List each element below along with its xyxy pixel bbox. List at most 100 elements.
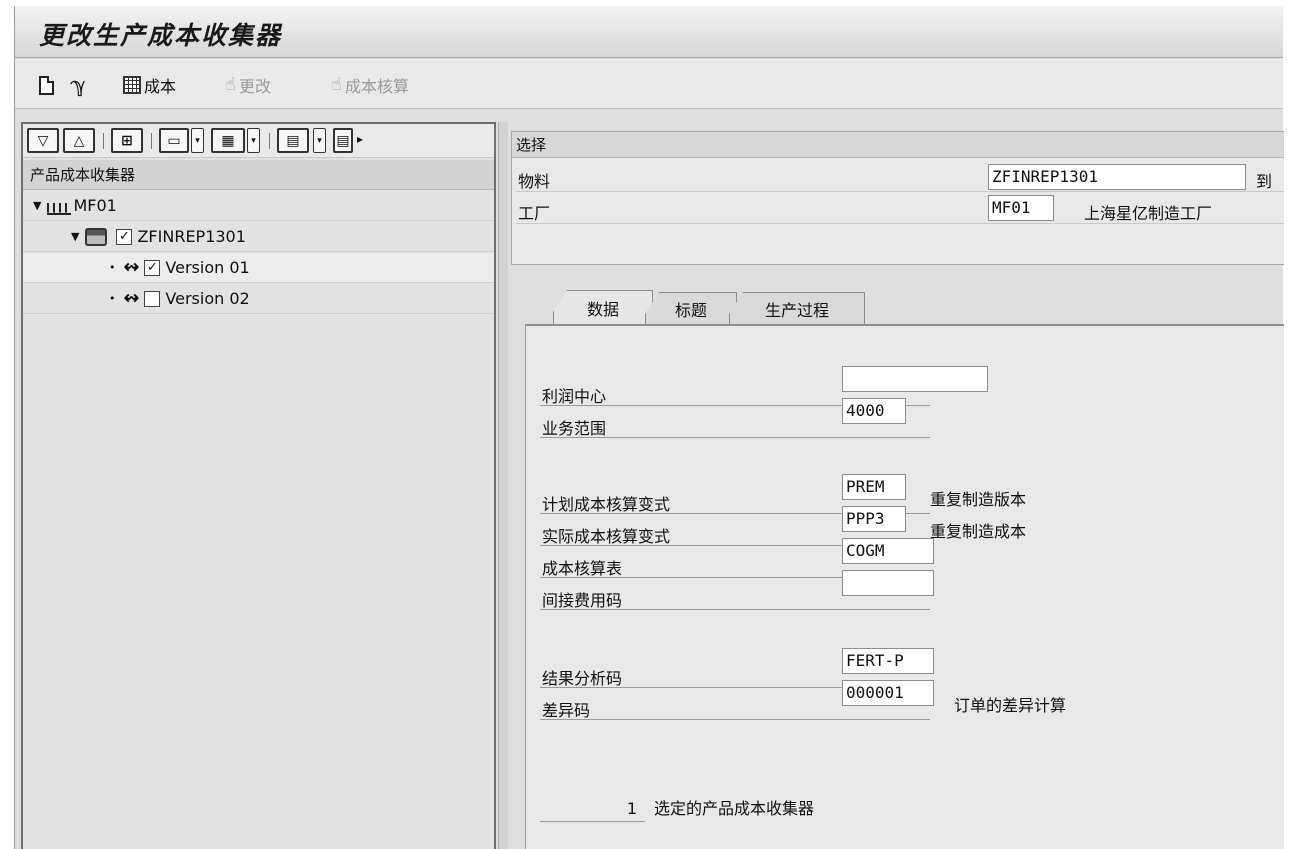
- overhead-key-row: 间接费用码: [540, 570, 934, 610]
- version-icon: ↭: [123, 256, 140, 278]
- cost-button-label: 成本: [144, 77, 177, 96]
- export-dropdown[interactable]: ▾: [313, 128, 326, 153]
- ra-key-field[interactable]: FERT-P: [842, 648, 934, 674]
- tab-header-label: 标题: [674, 300, 707, 320]
- tree-node-version-01[interactable]: • ↭ ✓ Version 01: [23, 253, 494, 283]
- business-area-label: 业务范围: [542, 419, 607, 438]
- grid-dropdown[interactable]: ▾: [247, 128, 260, 153]
- tree-node-plant[interactable]: ▼ MF01: [23, 191, 494, 221]
- plant-description: 上海星亿制造工厂: [1084, 204, 1213, 223]
- cost-button[interactable]: 成本: [123, 73, 176, 97]
- overhead-key-field[interactable]: [842, 570, 934, 596]
- change-button[interactable]: ☝ 更改: [225, 73, 271, 97]
- to-label: 到: [1256, 172, 1273, 191]
- variance-key-description: 订单的差异计算: [954, 696, 1067, 715]
- grid-button[interactable]: ▦: [211, 128, 245, 153]
- ra-key-label: 结果分析码: [542, 669, 623, 688]
- scroll-right-icon[interactable]: ▸: [357, 132, 363, 146]
- business-area-field[interactable]: 4000: [842, 398, 906, 424]
- actual-variant-label: 实际成本核算变式: [542, 527, 671, 546]
- costing-sheet-field[interactable]: COGM: [842, 538, 934, 564]
- toolbar-separator: [269, 133, 270, 149]
- variance-key-label: 差异码: [542, 701, 591, 720]
- version-02-label: Version 02: [165, 289, 250, 308]
- find-button[interactable]: ⊞: [111, 128, 143, 153]
- selection-group: 选择 物料 ZFINREP1301 到 工厂 MF01 上海星亿制造工厂: [511, 131, 1284, 265]
- plant-field[interactable]: MF01: [988, 195, 1054, 221]
- selected-count-text: 选定的产品成本收集器: [654, 799, 815, 818]
- material-field[interactable]: ZFINREP1301: [988, 164, 1246, 190]
- tree-bullet: •: [109, 292, 116, 305]
- tree-column-header: 产品成本收集器: [23, 160, 494, 190]
- window-title: 更改生产成本收集器: [39, 21, 283, 50]
- tab-production-process[interactable]: 生产过程: [729, 292, 865, 324]
- export-icon: ▤: [286, 132, 300, 149]
- tree-node-collector[interactable]: ▼ ✓ ZFINREP1301: [23, 222, 494, 252]
- collector-tree-panel: ▽ △ ⊞ ▭ ▾ ▦ ▾ ▤ ▾ ▤ ▸ 产品成本收集器 ▼ MF01 ▼ ✓…: [21, 122, 496, 849]
- expand-icon: ▽: [37, 132, 49, 149]
- toolbar-separator: [103, 133, 104, 149]
- expand-all-button[interactable]: ▽: [27, 128, 59, 153]
- tab-data-label: 数据: [586, 299, 619, 319]
- tab-production-process-label: 生产过程: [764, 300, 829, 320]
- printer-icon: ▭: [167, 132, 181, 149]
- toolbar-separator: [151, 133, 152, 149]
- expand-triangle-icon[interactable]: ▼: [71, 230, 79, 243]
- planned-variant-description: 重复制造版本: [930, 490, 1027, 509]
- version-icon: ↭: [123, 287, 140, 309]
- display-change-button[interactable]: ℽ: [71, 73, 86, 97]
- tab-data[interactable]: 数据: [553, 290, 653, 324]
- title-bar: 更改生产成本收集器: [15, 6, 1283, 58]
- collector-label: ZFINREP1301: [137, 227, 246, 246]
- new-button[interactable]: [39, 73, 54, 97]
- tabstrip: 数据 标题 生产过程: [525, 284, 1284, 324]
- variance-key-row: 差异码 000001: [540, 680, 934, 720]
- tree-toolbar: ▽ △ ⊞ ▭ ▾ ▦ ▾ ▤ ▾ ▤ ▸: [23, 124, 494, 158]
- overhead-key-label: 间接费用码: [542, 591, 623, 610]
- planned-variant-label: 计划成本核算变式: [542, 495, 671, 514]
- costing-sheet-label: 成本核算表: [542, 559, 623, 578]
- plant-label: MF01: [73, 196, 117, 215]
- actual-variant-description: 重复制造成本: [930, 522, 1027, 541]
- tree-bullet: •: [109, 261, 116, 274]
- change-button-label: 更改: [238, 77, 271, 96]
- variance-key-field[interactable]: 000001: [842, 680, 934, 706]
- collapse-icon: △: [73, 132, 85, 149]
- costing-button-label: 成本核算: [344, 77, 409, 96]
- plant-icon: [47, 196, 72, 215]
- actual-variant-field[interactable]: PPP3: [842, 506, 906, 532]
- version-01-checkbox[interactable]: ✓: [144, 259, 161, 276]
- dropdown-arrow-icon: ▾: [317, 135, 322, 146]
- layout-icon: ▤: [336, 132, 350, 149]
- layout-button[interactable]: ▤: [333, 128, 353, 153]
- tab-header[interactable]: 标题: [645, 292, 737, 324]
- tree-node-version-02[interactable]: • ↭ Version 02: [23, 284, 494, 314]
- version-02-checkbox[interactable]: [144, 290, 161, 307]
- collector-checkbox[interactable]: ✓: [116, 228, 133, 245]
- grid-icon: ▦: [221, 132, 235, 149]
- costing-button[interactable]: ☝ 成本核算: [331, 73, 409, 97]
- profit-center-label: 利润中心: [542, 387, 607, 406]
- collapse-all-button[interactable]: △: [63, 128, 95, 153]
- profit-center-field[interactable]: [842, 366, 988, 392]
- print-button[interactable]: ▭: [159, 128, 189, 153]
- change-hand-icon: ☝: [225, 74, 236, 95]
- plant-field-label: 工厂: [518, 204, 551, 223]
- cost-collector-icon: [85, 227, 108, 246]
- display-glasses-icon: ℽ: [71, 73, 86, 97]
- version-01-label: Version 01: [165, 258, 250, 277]
- export-button[interactable]: ▤: [277, 128, 309, 153]
- costing-hand-icon: ☝: [331, 74, 342, 95]
- panel-splitter[interactable]: [498, 122, 508, 849]
- new-document-icon: [39, 75, 54, 95]
- expand-triangle-icon[interactable]: ▼: [33, 199, 41, 212]
- selected-count: 1: [540, 796, 645, 822]
- material-row: 物料 ZFINREP1301 到: [516, 162, 1284, 192]
- selection-title: 选择: [512, 132, 1284, 158]
- planned-variant-field[interactable]: PREM: [842, 474, 906, 500]
- print-dropdown[interactable]: ▾: [191, 128, 204, 153]
- dropdown-arrow-icon: ▾: [251, 135, 256, 146]
- sap-window: 更改生产成本收集器 ℽ 成本 ☝ 更改 ☝ 成本核算 ▽ △ ⊞ ▭ ▾ ▦ ▾…: [14, 6, 1284, 849]
- business-area-row: 业务范围 4000: [540, 398, 930, 438]
- application-toolbar: ℽ 成本 ☝ 更改 ☝ 成本核算: [15, 59, 1283, 109]
